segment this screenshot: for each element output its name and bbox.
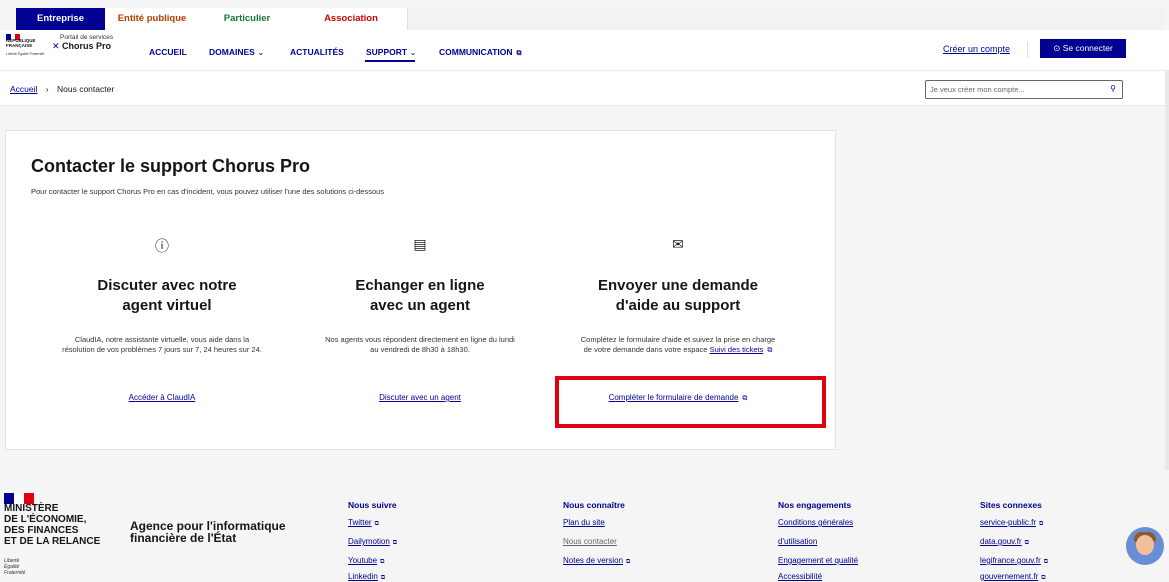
footer-link-youtube[interactable]: Youtube ⧉ [348, 556, 384, 566]
footer-link-data-gouv[interactable]: data.gouv.fr ⧉ [980, 537, 1029, 547]
footer-link-engagement-qualite[interactable]: Engagement et qualité [778, 556, 858, 565]
portal-name[interactable]: ✕ Chorus Pro [52, 41, 111, 52]
search-input[interactable]: Je veux créer mon compte... ⚲ [925, 80, 1123, 99]
create-account-link[interactable]: Créer un compte [943, 44, 1010, 54]
footer-link-notes-de-version[interactable]: Notes de version ⧉ [563, 556, 630, 566]
chevron-down-icon: ⌄ [257, 47, 265, 57]
nav-domaines[interactable]: DOMAINES ⌄ [209, 47, 264, 58]
page-title: Contacter le support Chorus Pro [31, 156, 311, 176]
external-link-icon: ⧉ [1024, 540, 1029, 546]
chat-with-agent-link[interactable]: Discuter avec un agent [290, 393, 550, 402]
option-live-agent-title: Echanger en ligne avec un agent [355, 277, 485, 314]
external-link-icon: ⧉ [1039, 521, 1044, 527]
user-icon: ⊙ [1053, 43, 1061, 53]
external-link-icon: ⧉ [380, 575, 386, 581]
header-divider [1027, 42, 1028, 58]
tab-entite-publique[interactable]: Entité publique [105, 8, 200, 30]
footer-link-legifrance[interactable]: legifrance.gouv.fr ⧉ [980, 556, 1048, 566]
assistant-face [1136, 535, 1154, 555]
info-icon: ⓘ [155, 238, 169, 254]
republique-motto: Liberté Égalité Fraternité [6, 52, 45, 56]
login-button[interactable]: ⊙ Se connecter [1040, 39, 1126, 58]
breadcrumb-current: Nous contacter [57, 84, 115, 94]
ticket-tracking-link[interactable]: Suivi des tickets [710, 345, 764, 354]
chevron-down-icon: ⌄ [409, 47, 417, 57]
footer-nous-connaitre-title: Nous connaître [563, 500, 625, 510]
chorus-logo-icon: ✕ [52, 41, 63, 51]
highlight-box [555, 376, 826, 428]
external-link-icon: ⧉ [626, 559, 631, 565]
page-intro: Pour contacter le support Chorus Pro en … [31, 187, 385, 196]
external-link-icon: ⧉ [1043, 559, 1049, 565]
tab-particulier[interactable]: Particulier [199, 8, 296, 30]
nav-support[interactable]: SUPPORT ⌄ [366, 47, 417, 58]
external-link-icon: ⧉ [767, 347, 773, 354]
search-icon[interactable]: ⚲ [1110, 84, 1116, 93]
agency-name: Agence pour l'informatique financière de … [130, 519, 286, 545]
tab-entreprise[interactable]: Entreprise [16, 8, 106, 30]
ministry-logo[interactable]: MINISTÈRE DE L'ÉCONOMIE, DES FINANCES ET DE… [4, 503, 100, 547]
access-claudia-link[interactable]: Accéder à ClaudIA [32, 393, 292, 402]
option-virtual-agent-title: Discuter avec notre agent virtuel [97, 277, 237, 314]
audience-tabs: Entreprise Entité publique Particulier A… [16, 8, 1164, 31]
external-link-icon: ⧉ [380, 559, 385, 565]
option-support-request-text: Complétez le formulaire d'aide et suivez… [580, 335, 776, 354]
option-support-request-title: Envoyer une demande d'aide au support [597, 277, 759, 314]
footer-link-dailymotion[interactable]: Dailymotion ⧉ [348, 537, 397, 547]
footer-link-gouvernement[interactable]: gouvernement.fr ⧉ [980, 572, 1046, 582]
nav-communication[interactable]: COMMUNICATION ⧉ [439, 47, 522, 58]
search-placeholder: Je veux créer mon compte... [930, 85, 1025, 94]
footer-link-twitter[interactable]: Twitter ⧉ [348, 518, 379, 528]
footer-link-nous-contacter[interactable]: Nous contacter [563, 537, 617, 546]
portal-subtitle: Portail de services [60, 34, 114, 41]
footer-sites-connexes-title: Sites connexes [980, 500, 1042, 510]
tab-association[interactable]: Association [295, 8, 408, 30]
mail-icon: ✉ [672, 236, 684, 252]
footer-link-conditions[interactable]: Conditions générales [778, 518, 853, 527]
option-virtual-agent-text: ClaudIA, notre assistante virtuelle, vou… [62, 335, 262, 354]
external-link-icon: ⧉ [392, 540, 398, 546]
chat-icon: ▤ [413, 236, 427, 252]
nav-accueil[interactable]: ACCUEIL [149, 47, 187, 57]
ministry-motto: Liberté Égalité Fraternité [4, 558, 26, 576]
footer-nos-engagements-title: Nos engagements [778, 500, 852, 510]
footer-link-linkedin[interactable]: Linkedin ⧉ [348, 572, 385, 582]
breadcrumb: Accueil › Nous contacter [10, 84, 114, 94]
option-live-agent-text: Nos agents vous répondent directement en… [325, 335, 515, 354]
external-link-icon: ⧉ [1041, 575, 1046, 581]
footer-link-service-public[interactable]: service-public.fr ⧉ [980, 518, 1043, 528]
nav-active-indicator [365, 60, 415, 62]
external-link-icon: ⧉ [374, 521, 379, 527]
breadcrumb-separator-icon: › [45, 84, 49, 94]
nav-actualites[interactable]: ACTUALITÉS [290, 47, 344, 57]
footer-link-plan-du-site[interactable]: Plan du site [563, 518, 605, 527]
external-link-icon: ⧉ [516, 50, 522, 57]
footer-nous-suivre-title: Nous suivre [348, 500, 397, 510]
footer-link-conditions-suite[interactable]: d'utilisation [778, 537, 817, 546]
republique-logo[interactable]: RÉPUBLIQUE FRANÇAISE [6, 38, 36, 48]
breadcrumb-home-link[interactable]: Accueil [10, 84, 37, 94]
